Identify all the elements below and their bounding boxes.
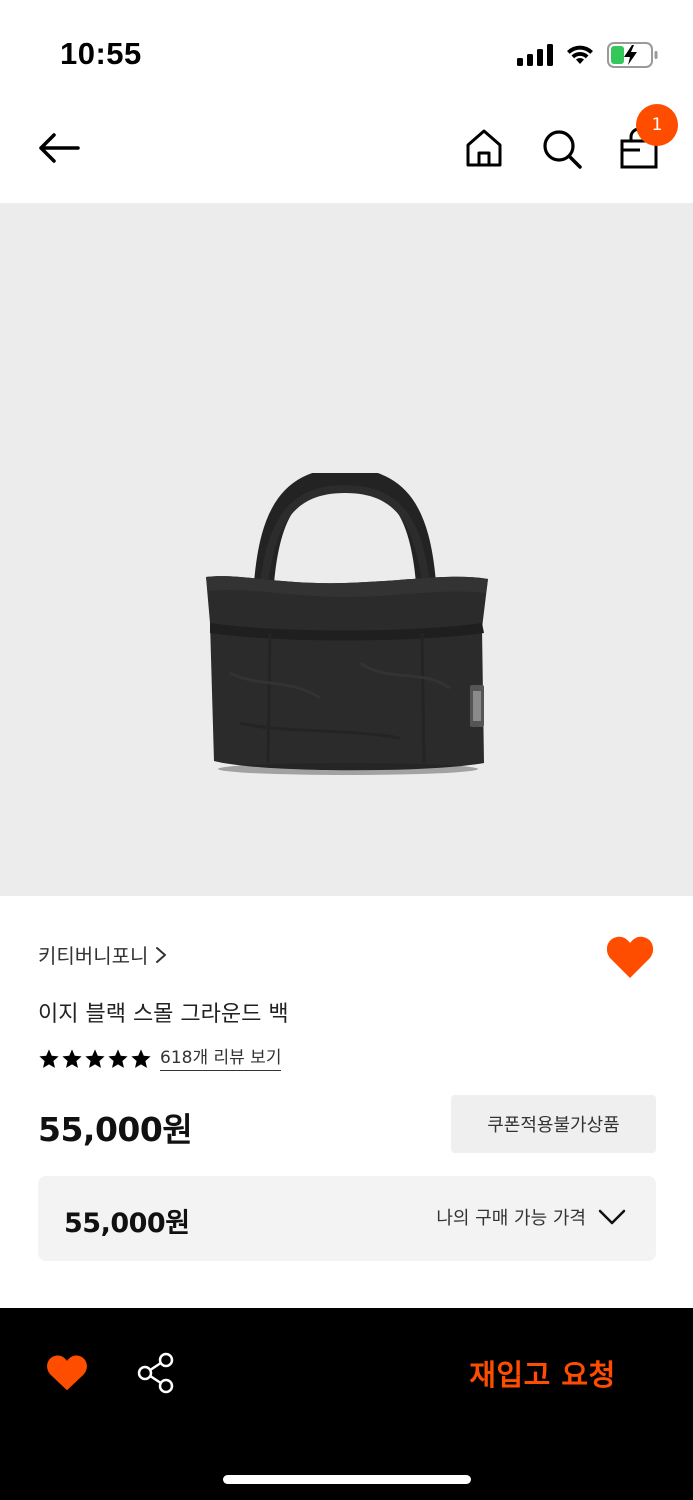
bottom-action-bar: 재입고 요청	[0, 1308, 693, 1500]
star-rating	[38, 1048, 152, 1070]
signal-icon	[517, 44, 553, 66]
top-nav	[0, 100, 693, 203]
battery-icon	[607, 42, 658, 68]
heart-icon[interactable]	[606, 934, 654, 980]
review-link[interactable]: 618개 리뷰 보기	[160, 1047, 282, 1071]
my-price-label: 나의 구매 가능 가격	[436, 1208, 586, 1229]
black-tote-bag-image	[206, 473, 488, 775]
my-price-panel[interactable]: 55,000원 나의 구매 가능 가격	[38, 1176, 656, 1261]
share-icon[interactable]	[136, 1352, 176, 1394]
status-bar: 10:55	[0, 0, 693, 100]
brand-name: 키티버니포니	[38, 944, 149, 968]
star-icon	[131, 1049, 151, 1068]
star-icon	[62, 1049, 82, 1068]
chevron-down-icon	[598, 1209, 626, 1225]
heart-icon[interactable]	[46, 1354, 88, 1392]
brand-link[interactable]: 키티버니포니	[38, 940, 168, 969]
product-name: 이지 블랙 스몰 그라운드 백	[38, 1002, 289, 1027]
product-price: 55,000원	[38, 1110, 193, 1149]
restock-request-button[interactable]: 재입고 요청	[440, 1348, 645, 1398]
cart-count-badge: 1	[636, 104, 678, 146]
rating-row: 618개 리뷰 보기	[38, 1047, 282, 1071]
product-image[interactable]	[0, 203, 693, 896]
star-icon	[39, 1049, 59, 1068]
chevron-right-icon	[156, 946, 167, 963]
search-icon[interactable]	[541, 128, 583, 170]
home-icon[interactable]	[464, 128, 504, 168]
star-icon	[108, 1049, 128, 1068]
my-price-toggle[interactable]: 나의 구매 가능 가격	[436, 1204, 626, 1230]
status-time: 10:55	[60, 36, 142, 71]
coupon-notice-badge: 쿠폰적용불가상품	[451, 1095, 656, 1153]
home-indicator	[223, 1475, 471, 1484]
my-price-value: 55,000원	[64, 1208, 190, 1239]
wifi-icon	[567, 45, 593, 64]
back-arrow-icon[interactable]	[36, 130, 82, 166]
star-icon	[85, 1049, 105, 1068]
